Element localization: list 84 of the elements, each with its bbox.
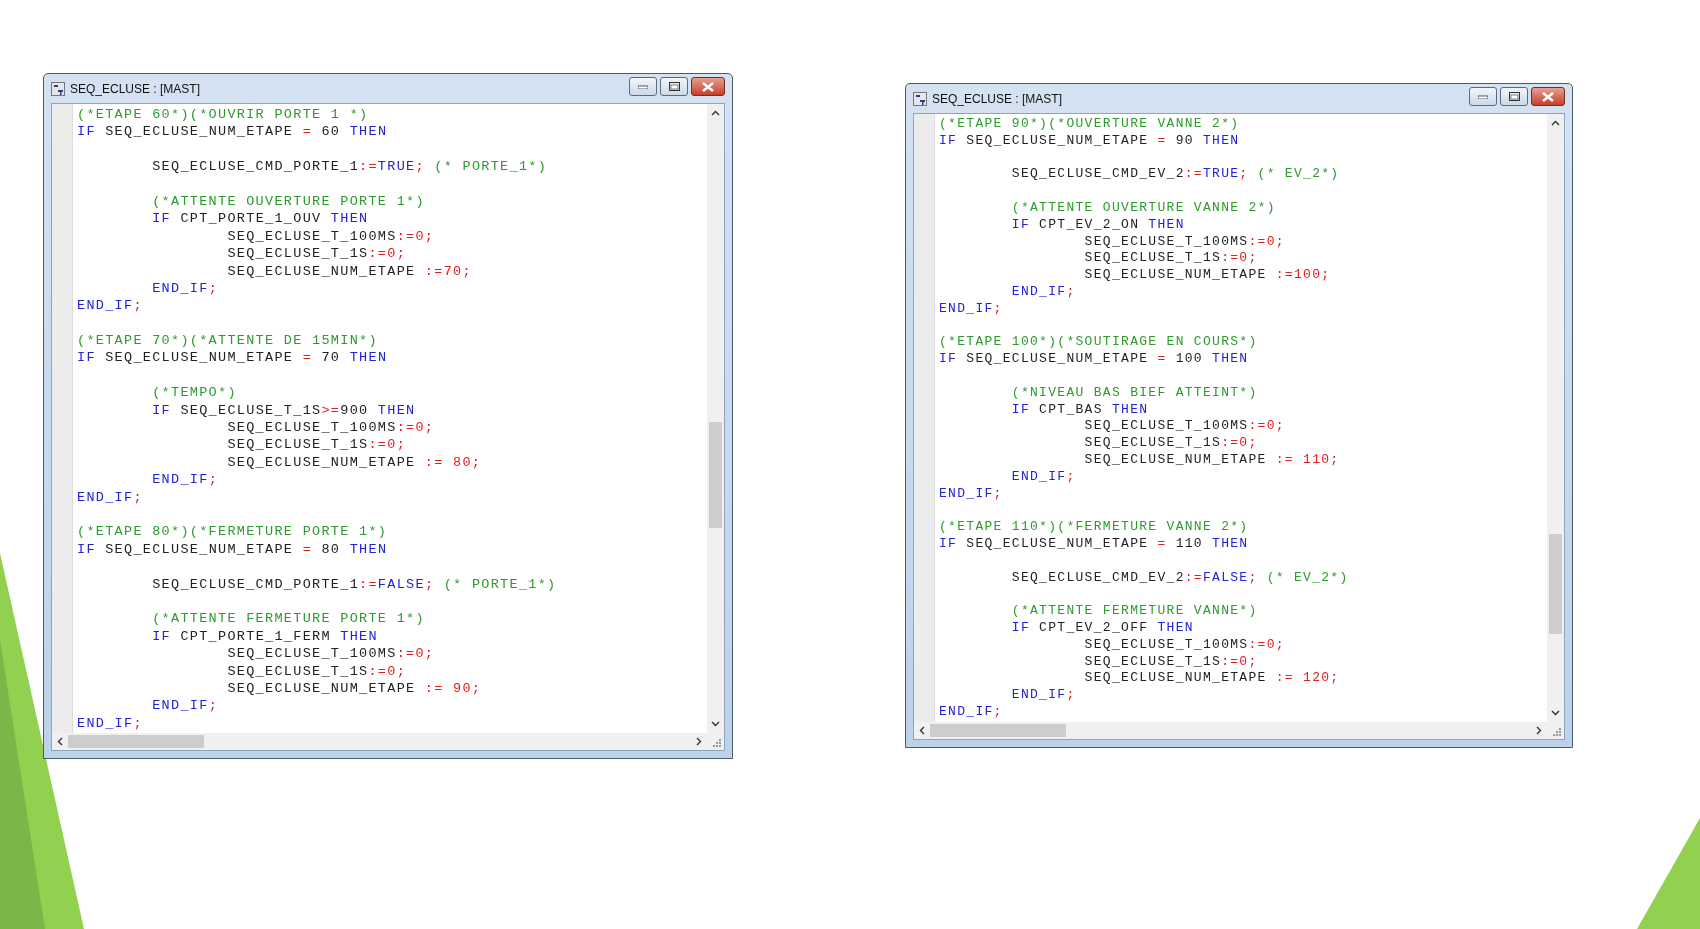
code-line: END_IF; [151, 280, 219, 296]
code-line: SEQ_ECLUSE_NUM_ETAPE :=100; [1083, 267, 1331, 283]
code-line: END_IF; [151, 472, 219, 488]
code-line: (*ATTENTE FERMETURE VANNE*) [1010, 603, 1258, 619]
vertical-scrollbar[interactable] [1547, 114, 1564, 722]
app-icon [913, 91, 927, 106]
code-line: END_IF; [77, 298, 143, 314]
code-line: (*ATTENTE OUVERTURE PORTE 1*) [151, 193, 425, 209]
code-line: (*ETAPE 60*)(*OUVRIR PORTE 1 *) [77, 107, 369, 122]
window-title: SEQ_ECLUSE : [MAST] [70, 81, 201, 96]
scrollbar-thumb[interactable] [68, 735, 204, 748]
code-line: (*ATTENTE FERMETURE PORTE 1*) [151, 611, 425, 627]
code-line: SEQ_ECLUSE_T_100MS:=0; [1083, 418, 1285, 434]
code-line: (*NIVEAU BAS BIEF ATTEINT*) [1010, 384, 1258, 400]
code-line: (*ETAPE 110*)(*FERMETURE VANNE 2*) [939, 519, 1249, 535]
code-line: IF SEQ_ECLUSE_NUM_ETAPE = 100 THEN [939, 351, 1249, 367]
resize-grip[interactable] [1551, 725, 1561, 736]
code-line: SEQ_ECLUSE_T_1S:=0; [226, 246, 407, 262]
close-button[interactable] [1531, 87, 1565, 106]
minimize-button[interactable] [1469, 87, 1497, 106]
minimize-button[interactable] [629, 77, 657, 96]
code-line: (*ETAPE 90*)(*OUVERTURE VANNE 2*) [939, 116, 1240, 131]
code-line: SEQ_ECLUSE_NUM_ETAPE := 80; [226, 454, 482, 470]
scrollbar-thumb[interactable] [1549, 534, 1562, 634]
code-line: (*ETAPE 100*)(*SOUTIRAGE EN COURS*) [939, 334, 1258, 350]
code-line: SEQ_ECLUSE_T_100MS:=0; [226, 420, 435, 436]
code-line: IF CPT_EV_2_OFF THEN [1010, 619, 1194, 635]
code-line: IF SEQ_ECLUSE_T_1S>=900 THEN [151, 402, 416, 418]
maximize-icon [1508, 92, 1520, 101]
code-line: SEQ_ECLUSE_CMD_EV_2:=TRUE; (* EV_2*) [1010, 166, 1340, 182]
close-icon [1542, 91, 1554, 102]
code-line: SEQ_ECLUSE_T_100MS:=0; [226, 646, 435, 662]
code-line: END_IF; [151, 698, 219, 714]
code-line: SEQ_ECLUSE_CMD_EV_2:=FALSE; (* EV_2*) [1010, 569, 1349, 585]
code-line: IF SEQ_ECLUSE_NUM_ETAPE = 80 THEN [77, 541, 388, 557]
code-line: END_IF; [1010, 283, 1076, 299]
code-line: IF CPT_BAS THEN [1010, 401, 1149, 417]
code-line: (*ETAPE 80*)(*FERMETURE PORTE 1*) [77, 524, 388, 540]
horizontal-scrollbar[interactable] [914, 722, 1564, 739]
code-line: SEQ_ECLUSE_T_1S:=0; [1083, 250, 1258, 266]
code-line: SEQ_ECLUSE_T_1S:=0; [226, 663, 407, 679]
code-line: SEQ_ECLUSE_CMD_PORTE_1:=TRUE; (* PORTE_1*) [151, 159, 548, 175]
code-line: END_IF; [1010, 468, 1076, 484]
vertical-scrollbar[interactable] [707, 104, 724, 733]
code-line: SEQ_ECLUSE_T_1S:=0; [1083, 653, 1258, 669]
code-line: END_IF; [1010, 687, 1076, 703]
code-line: IF SEQ_ECLUSE_NUM_ETAPE = 90 THEN [939, 132, 1240, 148]
app-icon [51, 81, 65, 96]
code-line: IF CPT_EV_2_ON THEN [1010, 216, 1185, 232]
maximize-icon [668, 82, 680, 91]
code-line: END_IF; [939, 300, 1003, 316]
code-line: (*ETAPE 70*)(*ATTENTE DE 15MIN*) [77, 333, 378, 349]
code-line: SEQ_ECLUSE_T_100MS:=0; [1083, 636, 1285, 652]
close-button[interactable] [691, 77, 725, 96]
code-line: END_IF; [77, 715, 143, 731]
code-line: SEQ_ECLUSE_NUM_ETAPE :=70; [226, 263, 472, 279]
code-line: IF CPT_PORTE_1_FERM THEN [151, 628, 378, 644]
code-line: IF SEQ_ECLUSE_NUM_ETAPE = 110 THEN [939, 535, 1249, 551]
code-line: END_IF; [939, 703, 1003, 719]
code-line: IF CPT_PORTE_1_OUV THEN [151, 211, 369, 227]
horizontal-scrollbar[interactable] [52, 733, 724, 750]
code-line: (*ATTENTE OUVERTURE VANNE 2*) [1010, 200, 1276, 215]
code-line: SEQ_ECLUSE_T_100MS:=0; [1083, 233, 1285, 249]
resize-grip[interactable] [711, 736, 721, 747]
close-icon [702, 81, 714, 92]
code-line: SEQ_ECLUSE_NUM_ETAPE := 120; [1083, 670, 1340, 686]
code-line: SEQ_ECLUSE_T_1S:=0; [226, 437, 407, 453]
code-line: END_IF; [939, 485, 1003, 501]
code-line: IF SEQ_ECLUSE_NUM_ETAPE = 70 THEN [77, 350, 388, 366]
scrollbar-thumb[interactable] [930, 724, 1066, 737]
maximize-button[interactable] [660, 77, 688, 96]
maximize-button[interactable] [1500, 87, 1528, 106]
window-title: SEQ_ECLUSE : [MAST] [932, 91, 1063, 106]
code-line: (*TEMPO*) [151, 385, 237, 401]
code-line: SEQ_ECLUSE_CMD_PORTE_1:=FALSE; (* PORTE_1*) [151, 576, 557, 592]
code-line: SEQ_ECLUSE_NUM_ETAPE := 90; [226, 680, 482, 696]
scrollbar-thumb[interactable] [709, 422, 722, 528]
code-line: SEQ_ECLUSE_NUM_ETAPE := 110; [1083, 451, 1340, 467]
minimize-icon [638, 84, 648, 89]
code-line: SEQ_ECLUSE_T_100MS:=0; [226, 228, 435, 244]
code-line: END_IF; [77, 489, 143, 505]
minimize-icon [1478, 94, 1488, 99]
code-line: IF SEQ_ECLUSE_NUM_ETAPE = 60 THEN [77, 124, 388, 140]
code-line: SEQ_ECLUSE_T_1S:=0; [1083, 435, 1258, 451]
